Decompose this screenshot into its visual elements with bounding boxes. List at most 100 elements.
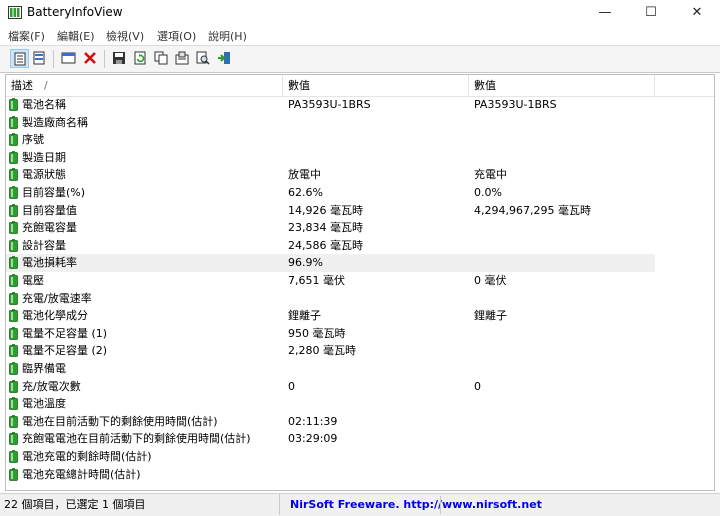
view-mode-1-button[interactable] bbox=[10, 49, 29, 68]
menu-view[interactable]: 檢視(V) bbox=[106, 28, 144, 44]
maximize-button[interactable]: ☐ bbox=[628, 0, 674, 25]
item-value-1: 96.9% bbox=[288, 256, 323, 270]
close-button[interactable]: ✕ bbox=[674, 0, 720, 25]
battery-info-list[interactable]: 描述 / 數值 數值 電池名稱 PA3593U-1BRS PA3593U-1BRS 製… bbox=[5, 74, 715, 491]
list-item[interactable]: 目前容量值 14,926 毫瓦時 4,294,967,295 毫瓦時 bbox=[6, 202, 714, 220]
list-item[interactable]: 目前容量(%) 62.6% 0.0% bbox=[6, 184, 714, 202]
battery-icon bbox=[9, 414, 18, 428]
red-x-icon bbox=[84, 52, 96, 64]
item-value-1: PA3593U-1BRS bbox=[288, 98, 371, 111]
item-description: 電池損耗率 bbox=[22, 256, 77, 270]
item-description: 電壓 bbox=[22, 274, 44, 287]
column-header-value-2[interactable]: 數值 bbox=[469, 75, 655, 96]
battery-icon bbox=[9, 203, 18, 217]
item-description: 電源狀態 bbox=[22, 168, 66, 182]
toolbar bbox=[0, 45, 720, 73]
title-bar: BatteryInfoView — ☐ ✕ bbox=[0, 0, 720, 25]
item-value-1: 24,586 毫瓦時 bbox=[288, 238, 363, 252]
battery-icon bbox=[9, 133, 18, 147]
item-description: 充飽電電池在目前活動下的剩餘使用時間(估計) bbox=[22, 432, 251, 446]
menu-edit[interactable]: 編輯(E) bbox=[57, 28, 95, 44]
app-battery-icon bbox=[8, 6, 22, 19]
list-item[interactable]: 充電/放電速率 bbox=[6, 290, 714, 308]
list-item[interactable]: 電壓 7,651 毫伏 0 毫伏 bbox=[6, 272, 714, 290]
column-header-label: 數值 bbox=[288, 79, 310, 92]
column-header-value-1[interactable]: 數值 bbox=[283, 75, 469, 96]
toolbar-separator bbox=[104, 50, 105, 68]
list-item[interactable]: 電池名稱 PA3593U-1BRS PA3593U-1BRS bbox=[6, 96, 714, 114]
battery-icon bbox=[9, 150, 18, 164]
list-item[interactable]: 序號 bbox=[6, 131, 714, 149]
list-item[interactable]: 充/放電次數 0 0 bbox=[6, 378, 714, 396]
menu-file[interactable]: 檔案(F) bbox=[8, 28, 45, 44]
menu-bar: 檔案(F) 編輯(E) 檢視(V) 選項(O) 說明(H) bbox=[0, 25, 720, 45]
battery-icon bbox=[9, 98, 18, 111]
view-mode-2-button[interactable] bbox=[30, 49, 49, 68]
battery-icon bbox=[9, 309, 18, 323]
save-button[interactable] bbox=[110, 49, 129, 68]
list-item[interactable]: 電池損耗率 96.9% bbox=[6, 254, 655, 272]
item-description: 設計容量 bbox=[22, 238, 66, 252]
item-value-2: PA3593U-1BRS bbox=[474, 98, 557, 111]
delete-button[interactable] bbox=[81, 49, 100, 68]
item-value-1: 放電中 bbox=[288, 168, 321, 182]
item-value-2: 充電中 bbox=[474, 168, 507, 182]
battery-icon bbox=[9, 186, 18, 199]
properties-button[interactable] bbox=[59, 49, 78, 68]
item-value-1: 950 毫瓦時 bbox=[288, 326, 346, 340]
item-description: 臨界備電 bbox=[22, 362, 66, 375]
item-value-1: 7,651 毫伏 bbox=[288, 274, 345, 287]
window-properties-icon bbox=[61, 52, 76, 64]
item-value-1: 62.6% bbox=[288, 186, 323, 199]
status-bar: 22 個項目，已選定 1 個項目 NirSoft Freeware. http:… bbox=[0, 493, 720, 516]
exit-button[interactable] bbox=[215, 49, 234, 68]
list-item[interactable]: 製造日期 bbox=[6, 149, 714, 167]
status-divider bbox=[440, 496, 441, 514]
battery-icon bbox=[9, 362, 18, 375]
item-description: 目前容量(%) bbox=[22, 186, 86, 199]
item-value-2: 鋰離子 bbox=[474, 309, 507, 323]
list-item[interactable]: 電源狀態 放電中 充電中 bbox=[6, 166, 714, 184]
find-button[interactable] bbox=[194, 49, 213, 68]
item-value-2: 0 bbox=[474, 379, 481, 393]
status-item-count: 22 個項目，已選定 1 個項目 bbox=[0, 494, 280, 515]
list-item[interactable]: 電量不足容量 (1) 950 毫瓦時 bbox=[6, 325, 714, 343]
battery-icon bbox=[9, 238, 18, 252]
toolbar-separator bbox=[53, 50, 54, 68]
column-header-description[interactable]: 描述 / bbox=[6, 75, 283, 96]
item-description: 製造日期 bbox=[22, 150, 66, 164]
battery-icon bbox=[9, 256, 18, 270]
list-item[interactable]: 電池充電總計時間(估計) bbox=[6, 466, 714, 484]
battery-icon bbox=[9, 432, 18, 446]
list-item[interactable]: 電量不足容量 (2) 2,280 毫瓦時 bbox=[6, 342, 714, 360]
list-item[interactable]: 電池化學成分 鋰離子 鋰離子 bbox=[6, 307, 714, 325]
refresh-icon bbox=[134, 51, 146, 65]
details-view-icon bbox=[33, 51, 45, 65]
nirsoft-link[interactable]: NirSoft Freeware. http://www.nirsoft.net bbox=[290, 494, 542, 515]
item-description: 電池名稱 bbox=[22, 98, 66, 111]
battery-icon bbox=[9, 115, 18, 129]
list-item[interactable]: 設計容量 24,586 毫瓦時 bbox=[6, 237, 714, 255]
list-item[interactable]: 臨界備電 bbox=[6, 360, 714, 378]
item-description: 充電/放電速率 bbox=[22, 291, 92, 305]
list-item[interactable]: 電池在目前活動下的剩餘使用時間(估計) 02:11:39 bbox=[6, 413, 714, 431]
battery-icon bbox=[9, 344, 18, 358]
report-icon bbox=[175, 51, 189, 65]
menu-help[interactable]: 說明(H) bbox=[208, 28, 247, 44]
item-description: 充飽電容量 bbox=[22, 221, 77, 235]
list-item[interactable]: 充飽電電池在目前活動下的剩餘使用時間(估計) 03:29:09 bbox=[6, 430, 714, 448]
copy-button[interactable] bbox=[152, 49, 171, 68]
list-item[interactable]: 製造廠商名稱 bbox=[6, 114, 714, 132]
minimize-button[interactable]: — bbox=[582, 0, 628, 25]
list-item[interactable]: 電池充電的剩餘時間(估計) bbox=[6, 448, 714, 466]
list-item[interactable]: 電池溫度 bbox=[6, 395, 714, 413]
sort-ascending-icon: / bbox=[44, 79, 48, 92]
html-report-button[interactable] bbox=[173, 49, 192, 68]
column-header-label: 數值 bbox=[474, 79, 496, 92]
refresh-button[interactable] bbox=[131, 49, 150, 68]
list-item[interactable]: 充飽電容量 23,834 毫瓦時 bbox=[6, 219, 714, 237]
battery-icon bbox=[9, 274, 18, 287]
item-description: 充/放電次數 bbox=[22, 379, 81, 393]
item-description: 電池溫度 bbox=[22, 397, 66, 411]
menu-options[interactable]: 選項(O) bbox=[157, 28, 196, 44]
